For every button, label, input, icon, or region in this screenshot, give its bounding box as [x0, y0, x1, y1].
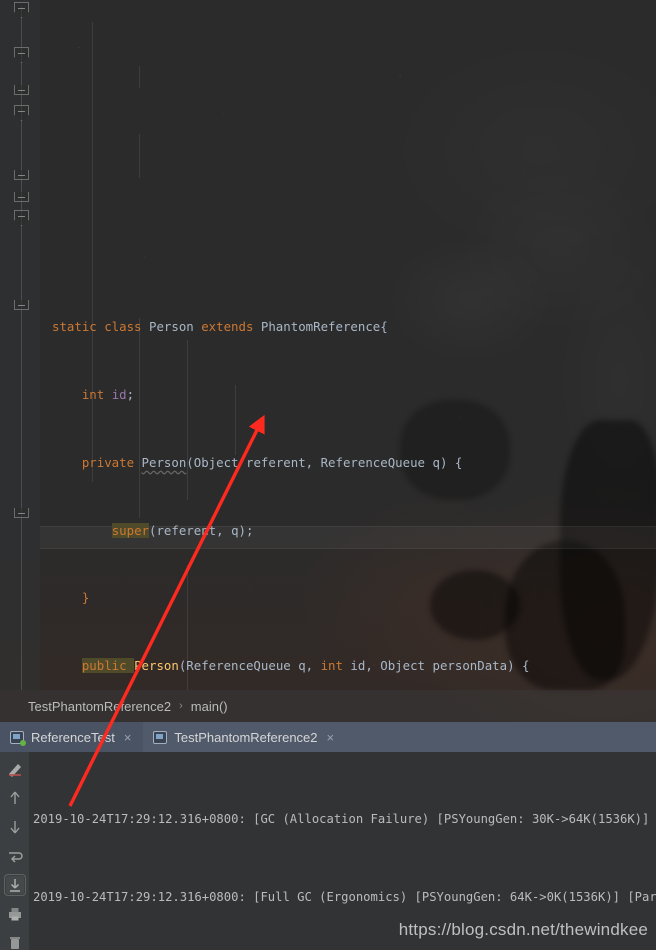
run-tab-label: TestPhantomReference2	[174, 729, 318, 745]
code-line[interactable]: int id;	[40, 384, 656, 407]
clear-all-trash-icon[interactable]	[6, 934, 24, 950]
close-icon[interactable]: ×	[124, 730, 132, 745]
breadcrumb-method[interactable]: main()	[191, 699, 228, 714]
run-tab-label: ReferenceTest	[31, 729, 115, 745]
fold-marker-main[interactable]	[14, 210, 29, 226]
idea-window: static class Person extends PhantomRefer…	[0, 0, 656, 950]
code-line[interactable]: static class Person extends PhantomRefer…	[40, 316, 656, 339]
indent-guide	[139, 134, 140, 178]
fold-marker-constructor[interactable]	[14, 47, 29, 63]
fold-marker-constructor2[interactable]	[14, 105, 29, 121]
run-tool-window: ReferenceTest × TestPhantomReference2 ×	[0, 722, 656, 950]
code-line[interactable]: super(referent, q);	[40, 520, 656, 543]
breadcrumb-class[interactable]: TestPhantomReference2	[28, 699, 171, 714]
indent-guide	[187, 340, 188, 500]
scroll-down-icon[interactable]	[6, 818, 24, 836]
java-run-config-icon	[153, 730, 168, 744]
java-run-config-icon	[10, 730, 26, 746]
fold-marker-end[interactable]	[14, 300, 29, 310]
code-editor[interactable]: static class Person extends PhantomRefer…	[0, 0, 656, 690]
scroll-to-end-icon[interactable]	[3, 874, 26, 896]
code-line[interactable]: }	[40, 587, 656, 610]
fold-marker-end[interactable]	[14, 85, 29, 95]
fold-marker-end[interactable]	[14, 192, 29, 202]
rerun-wrap-icon[interactable]	[6, 847, 24, 865]
console-toolbar[interactable]	[0, 752, 29, 950]
run-tab-bar[interactable]: ReferenceTest × TestPhantomReference2 ×	[0, 722, 656, 752]
run-tab-testphantomreference2[interactable]: TestPhantomReference2 ×	[143, 722, 346, 752]
console-line: 2019-10-24T17:29:12.316+0800: [Full GC (…	[33, 890, 656, 904]
editor-gutter[interactable]	[0, 0, 40, 690]
code-text[interactable]: static class Person extends PhantomRefer…	[40, 0, 656, 690]
close-icon[interactable]: ×	[327, 730, 335, 745]
indent-guide	[139, 318, 140, 518]
code-line[interactable]: private Person(Object referent, Referenc…	[40, 452, 656, 475]
breadcrumb[interactable]: TestPhantomReference2 › main()	[0, 690, 656, 722]
fold-marker-end[interactable]	[14, 508, 29, 518]
console-line: 2019-10-24T17:29:12.316+0800: [GC (Alloc…	[33, 812, 656, 826]
watermark-url: https://blog.csdn.net/thewindkee	[398, 920, 648, 939]
soft-wrap-pencil-icon[interactable]	[6, 760, 24, 778]
run-tab-referencetest[interactable]: ReferenceTest ×	[0, 722, 144, 752]
indent-guide	[92, 22, 93, 482]
scroll-up-icon[interactable]	[6, 789, 24, 807]
fold-marker-class[interactable]	[14, 2, 29, 18]
breadcrumb-separator-icon: ›	[179, 700, 183, 712]
fold-marker-end[interactable]	[14, 170, 29, 180]
code-line[interactable]: public Person(ReferenceQueue q, int id, …	[40, 655, 656, 678]
indent-guide	[139, 66, 140, 88]
print-icon[interactable]	[6, 905, 24, 923]
